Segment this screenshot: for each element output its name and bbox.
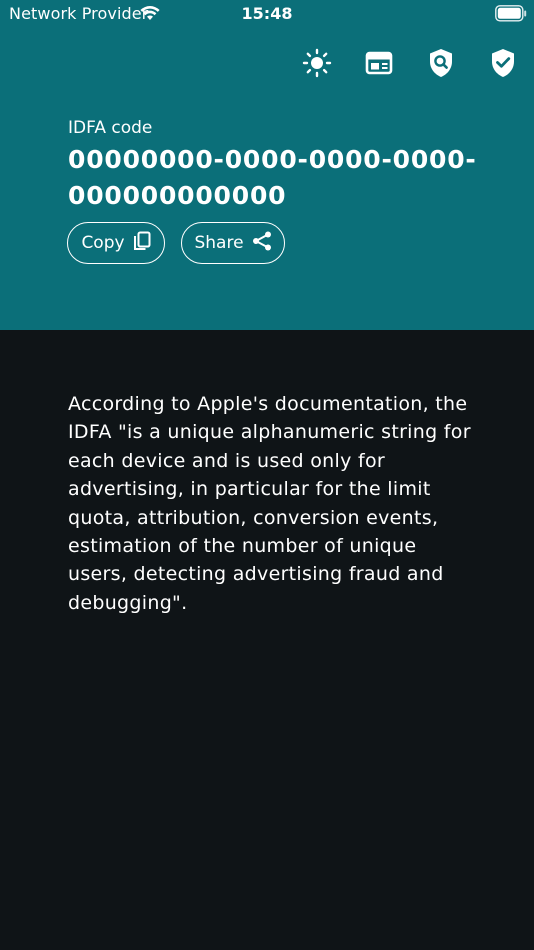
status-bar: Network Provider 15:48 — [0, 0, 534, 30]
idfa-description: According to Apple's documentation, the … — [68, 393, 471, 614]
share-button[interactable]: Share — [181, 222, 285, 264]
copy-icon — [133, 231, 151, 256]
copy-button-label: Copy — [81, 233, 125, 253]
layout-icon[interactable] — [360, 44, 398, 82]
header-panel: Network Provider 15:48 IDFA code 0000000… — [0, 0, 534, 330]
brightness-icon[interactable] — [298, 44, 336, 82]
share-button-label: Share — [194, 233, 244, 253]
idfa-label: IDFA code — [68, 118, 153, 138]
clock: 15:48 — [241, 4, 293, 23]
verified-shield-icon[interactable] — [484, 44, 522, 82]
copy-button[interactable]: Copy — [67, 222, 165, 264]
privacy-search-icon[interactable] — [422, 44, 460, 82]
share-icon — [252, 231, 272, 256]
battery-icon — [495, 5, 527, 22]
idfa-code: 00000000-0000-0000-0000-000000000000 — [68, 145, 477, 210]
